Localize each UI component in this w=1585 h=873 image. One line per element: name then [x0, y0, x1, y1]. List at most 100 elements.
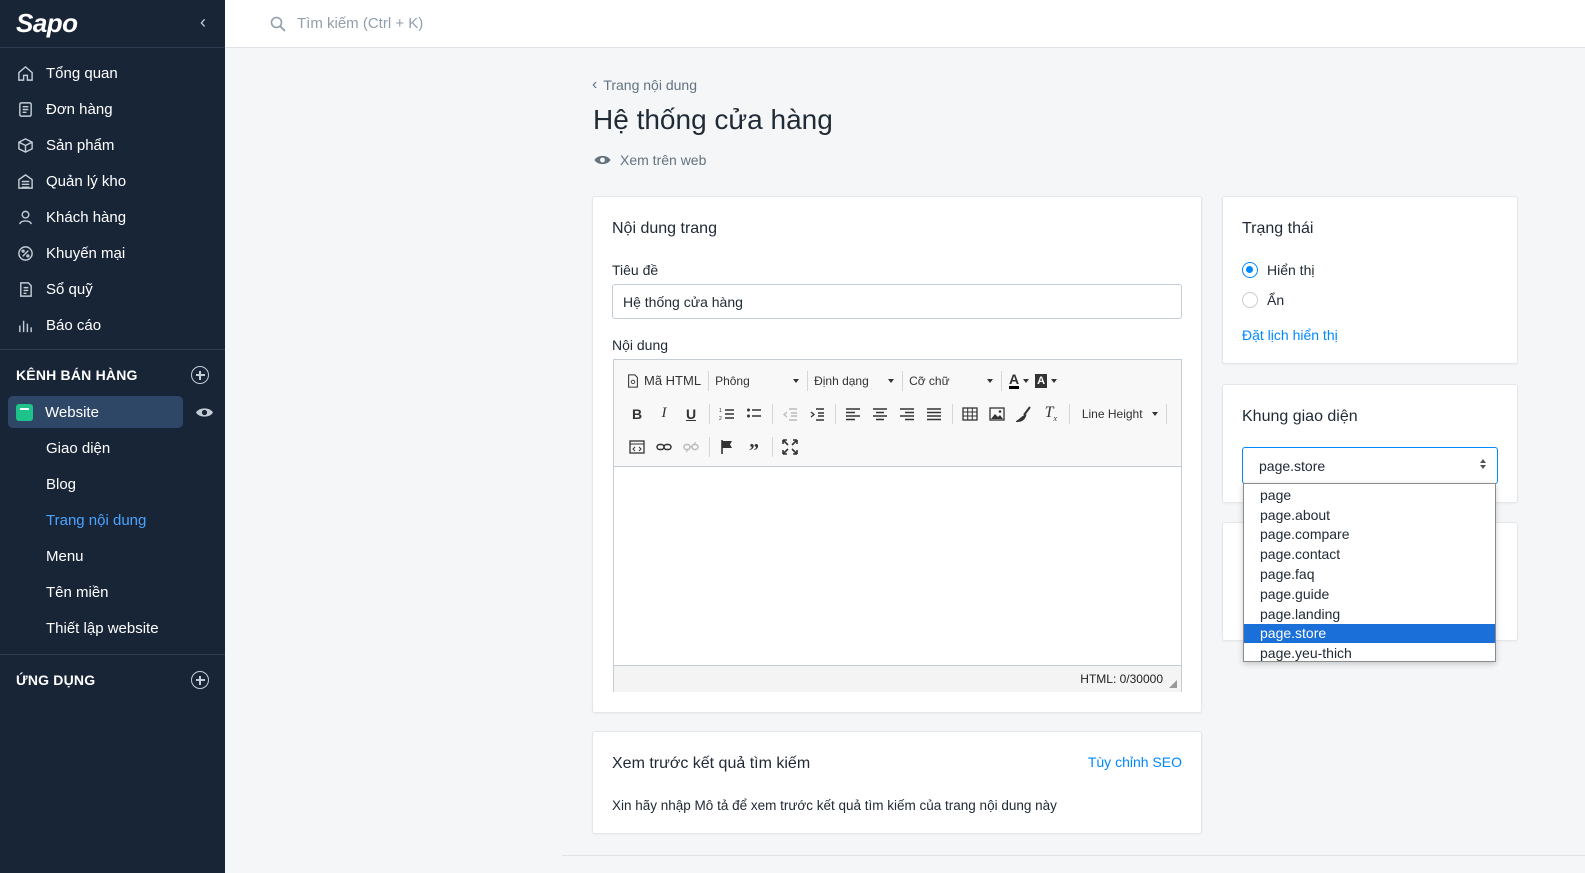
font-dropdown[interactable]: Phông — [715, 373, 800, 388]
sidebar-item-overview[interactable]: Tổng quan — [0, 55, 225, 91]
template-option[interactable]: page.contact — [1244, 544, 1495, 564]
outdent-icon[interactable] — [779, 403, 801, 425]
search-input[interactable]: Tìm kiếm (Ctrl + K) — [297, 15, 423, 32]
bold-icon[interactable]: B — [626, 403, 648, 425]
seo-hint-text: Xin hãy nhập Mô tả để xem trước kết quả … — [612, 798, 1057, 813]
sidebar-item-blog[interactable]: Blog — [0, 466, 225, 502]
radio-hidden[interactable]: Ẩn — [1242, 289, 1284, 311]
sidebar-item-website[interactable]: Website — [8, 396, 183, 428]
add-channel-icon[interactable] — [191, 366, 209, 384]
sidebar-item-label: Sổ quỹ — [46, 280, 93, 298]
radio-hidden-label: Ẩn — [1267, 292, 1285, 308]
template-option[interactable]: page.yeu-thich — [1244, 643, 1495, 663]
text-color-button[interactable]: A — [1008, 370, 1030, 392]
indent-icon[interactable] — [806, 403, 828, 425]
schedule-visibility-link[interactable]: Đặt lịch hiển thị — [1242, 327, 1338, 343]
radio-visible-button[interactable] — [1242, 262, 1258, 278]
sidebar-item-inventory[interactable]: Quản lý kho — [0, 163, 225, 199]
format-dropdown[interactable]: Định dạng — [814, 374, 895, 388]
editor-content-area[interactable] — [614, 467, 1181, 665]
sidebar-item-customers[interactable]: Khách hàng — [0, 199, 225, 235]
template-select[interactable]: page.store — [1242, 447, 1498, 484]
template-option[interactable]: page.guide — [1244, 584, 1495, 604]
unlink-icon[interactable] — [680, 436, 702, 458]
template-option-selected[interactable]: page.store — [1244, 623, 1495, 644]
fullscreen-icon[interactable] — [779, 436, 801, 458]
font-dropdown-label: Phông — [715, 373, 750, 388]
background-color-button[interactable]: A — [1035, 370, 1058, 392]
radio-hidden-button[interactable] — [1242, 292, 1258, 308]
sidebar-item-label: Đơn hàng — [46, 100, 113, 118]
status-card: Trạng thái Hiển thị Ẩn Đặt lịch hiển thị — [1222, 196, 1518, 364]
align-justify-icon[interactable] — [923, 403, 945, 425]
line-height-dropdown-label: Line Height — [1081, 406, 1143, 421]
caret-down-icon — [1051, 378, 1058, 383]
content-card: Nội dung trang Tiêu đề Hệ thống cửa hàng… — [592, 196, 1202, 713]
flag-anchor-icon[interactable] — [716, 436, 738, 458]
apps-heading-label: ỨNG DỤNG — [16, 672, 96, 688]
view-website-eye-icon[interactable] — [193, 406, 215, 419]
format-painter-icon[interactable] — [1013, 403, 1035, 425]
sidebar-item-themes[interactable]: Giao diện — [0, 430, 225, 466]
editor-toolbar: Mã HTML Phông Định dạng Cỡ chữ A A B I U… — [614, 360, 1181, 467]
template-option[interactable]: page.about — [1244, 505, 1495, 525]
font-size-dropdown[interactable]: Cỡ chữ — [909, 373, 994, 388]
sidebar-item-products[interactable]: Sản phẩm — [0, 127, 225, 163]
align-center-icon[interactable] — [869, 403, 891, 425]
box-icon — [16, 136, 34, 154]
html-char-counter: HTML: 0/30000 — [1080, 672, 1163, 686]
customize-seo-link[interactable]: Tùy chỉnh SEO — [1088, 754, 1182, 770]
align-left-icon[interactable] — [842, 403, 864, 425]
table-icon[interactable] — [959, 403, 981, 425]
italic-icon[interactable]: I — [653, 403, 675, 425]
toolbar-separator — [834, 403, 836, 424]
template-option[interactable]: page.faq — [1244, 564, 1495, 584]
radio-visible[interactable]: Hiển thị — [1242, 259, 1314, 281]
ordered-list-icon[interactable]: 12 — [716, 403, 738, 425]
sidebar-item-menu[interactable]: Menu — [0, 538, 225, 574]
align-right-icon[interactable] — [896, 403, 918, 425]
eye-icon — [594, 155, 611, 165]
underline-icon[interactable]: U — [680, 403, 702, 425]
sapo-logo[interactable]: Sapo — [16, 8, 78, 39]
line-height-dropdown[interactable]: Line Height — [1076, 407, 1158, 421]
sidebar-divider — [0, 654, 225, 655]
code-view-icon[interactable] — [626, 436, 648, 458]
sidebar-item-domains[interactable]: Tên miền — [0, 574, 225, 610]
apps-heading: ỨNG DỤNG — [0, 659, 225, 701]
sidebar-item-pages[interactable]: Trang nội dung — [0, 502, 225, 538]
collapse-sidebar-icon[interactable]: ‹ — [193, 12, 213, 33]
sidebar-item-cashbook[interactable]: Sổ quỹ — [0, 271, 225, 307]
radio-visible-label: Hiển thị — [1267, 262, 1315, 278]
title-input[interactable]: Hệ thống cửa hàng — [612, 284, 1182, 319]
sidebar-item-promotions[interactable]: Khuyến mại — [0, 235, 225, 271]
quote-icon[interactable]: ” — [743, 436, 765, 461]
search-icon — [270, 16, 286, 32]
home-icon — [16, 64, 34, 82]
sidebar-item-label: Tổng quan — [46, 64, 118, 82]
toolbar-separator — [902, 370, 904, 391]
toolbar-separator — [1165, 403, 1167, 424]
bullet-list-icon[interactable] — [743, 403, 765, 425]
clear-format-icon[interactable]: Tx — [1040, 403, 1062, 425]
sidebar-item-reports[interactable]: Báo cáo — [0, 307, 225, 343]
sidebar-item-website-settings[interactable]: Thiết lập website — [0, 610, 225, 646]
view-on-web-link[interactable]: Xem trên web — [594, 152, 706, 168]
caret-down-icon — [793, 378, 800, 383]
template-option[interactable]: page.landing — [1244, 604, 1495, 624]
sidebar-item-orders[interactable]: Đơn hàng — [0, 91, 225, 127]
content-label: Nội dung — [612, 337, 669, 353]
breadcrumb[interactable]: ‹ Trang nội dung — [592, 76, 697, 94]
topbar: Tìm kiếm (Ctrl + K) — [225, 0, 1585, 48]
resize-handle-icon[interactable] — [1169, 680, 1177, 688]
logo-row: Sapo — [0, 0, 225, 48]
template-option[interactable]: page.compare — [1244, 525, 1495, 545]
link-icon[interactable] — [653, 436, 675, 458]
template-card-title: Khung giao diện — [1242, 408, 1358, 425]
html-code-button[interactable]: Mã HTML — [626, 370, 701, 392]
image-icon[interactable] — [986, 403, 1008, 425]
font-size-dropdown-label: Cỡ chữ — [909, 373, 950, 388]
template-option[interactable]: page — [1244, 485, 1495, 505]
add-app-icon[interactable] — [191, 671, 209, 689]
content-card-title: Nội dung trang — [612, 220, 717, 237]
